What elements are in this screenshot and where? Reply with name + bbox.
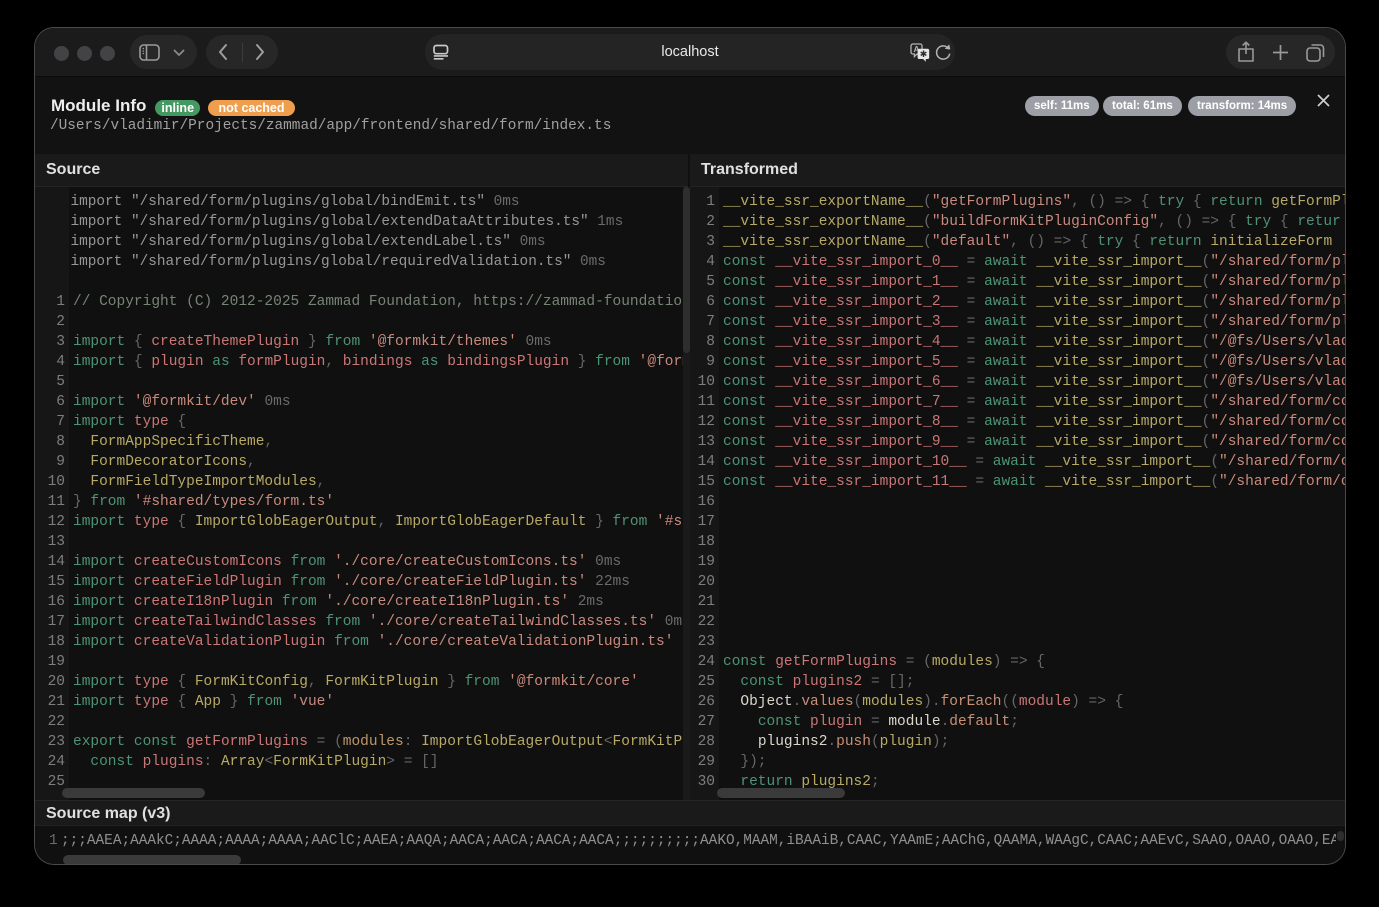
svg-text:✱: ✱ [920,49,928,59]
